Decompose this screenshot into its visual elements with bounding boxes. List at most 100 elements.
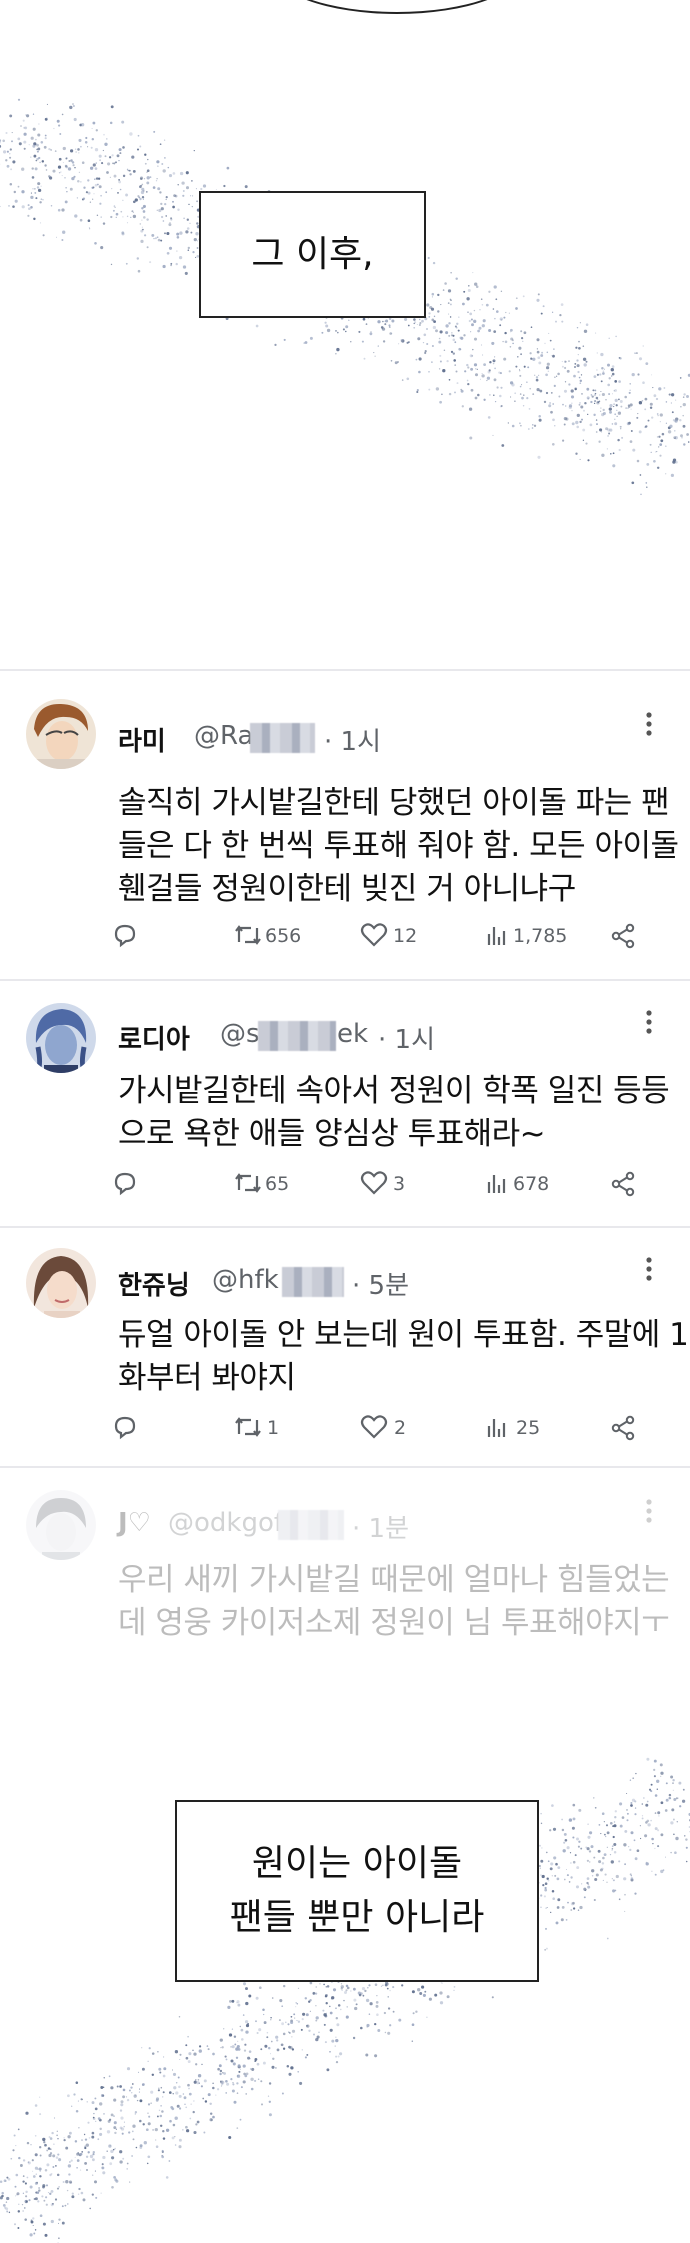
sparkle-dot — [639, 474, 642, 476]
sparkle-dot — [23, 140, 27, 144]
sparkle-dot — [482, 319, 486, 323]
sparkle-dot — [9, 114, 13, 118]
sparkle-dot — [624, 1910, 626, 1912]
sparkle-dot — [72, 103, 74, 105]
views-icon[interactable] — [486, 924, 508, 946]
sparkle-dot — [594, 389, 597, 392]
sparkle-dot — [377, 345, 379, 347]
sparkle-dot — [81, 2139, 83, 2142]
more-icon[interactable] — [645, 1009, 653, 1035]
views-icon[interactable] — [486, 1172, 508, 1194]
sparkle-dot — [197, 2074, 202, 2078]
sparkle-dot — [627, 405, 631, 408]
sparkle-dot — [445, 324, 449, 328]
sparkle-dot — [670, 1851, 672, 1854]
sparkle-dot — [103, 2113, 105, 2115]
sparkle-dot — [519, 385, 522, 388]
sparkle-dot — [477, 329, 480, 333]
sparkle-dot — [175, 2091, 179, 2095]
avatar[interactable] — [26, 1248, 96, 1318]
like-icon[interactable] — [360, 1415, 388, 1439]
sparkle-dot — [15, 2173, 19, 2177]
sparkle-dot — [315, 2016, 319, 2020]
display-name[interactable]: J♡ — [118, 1508, 151, 1538]
sparkle-dot — [431, 344, 434, 348]
sparkle-dot — [2, 150, 7, 154]
sparkle-dot — [432, 325, 437, 330]
sparkle-dot — [306, 2053, 309, 2056]
retweet-icon[interactable] — [233, 1171, 263, 1195]
sparkle-dot — [291, 2036, 293, 2038]
sparkle-dot — [150, 2102, 152, 2104]
like-icon[interactable] — [360, 1171, 388, 1195]
more-icon[interactable] — [645, 711, 653, 737]
share-icon[interactable] — [610, 923, 636, 949]
sparkle-dot — [34, 2153, 38, 2157]
sparkle-dot — [593, 1797, 595, 1799]
user-handle-suffix[interactable]: ek — [337, 1019, 368, 1049]
sparkle-dot — [305, 2013, 309, 2017]
sparkle-dot — [162, 2091, 165, 2094]
tweet-card[interactable]: 라미 @Ra · 1시 솔직히 가시밭길한테 당했던 아이돌 파는 팬 들은 다… — [0, 671, 690, 979]
sparkle-dot — [614, 1816, 617, 1819]
display-name[interactable]: 한쥬닝 — [118, 1265, 190, 1302]
sparkle-dot — [132, 2138, 135, 2141]
sparkle-dot — [636, 459, 640, 463]
sparkle-dot — [48, 175, 51, 178]
sparkle-dot — [660, 1775, 662, 1777]
sparkle-dot — [585, 1846, 588, 1849]
more-icon[interactable] — [645, 1256, 653, 1282]
more-icon[interactable] — [645, 1498, 653, 1524]
sparkle-dot — [137, 134, 140, 137]
display-name[interactable]: 로디아 — [118, 1019, 190, 1056]
sparkle-dot — [151, 233, 155, 237]
sparkle-dot — [564, 1838, 568, 1842]
sparkle-dot — [97, 2117, 101, 2120]
share-icon[interactable] — [610, 1171, 636, 1197]
sparkle-dot — [209, 2118, 213, 2122]
tweet-card[interactable]: 한쥬닝 @hfk · 5분 듀얼 아이돌 안 보는데 원이 투표함. 주말에 1… — [0, 1228, 690, 1466]
sparkle-dot — [75, 2081, 79, 2084]
sparkle-dot — [670, 1821, 674, 1825]
sparkle-dot — [33, 154, 37, 158]
sparkle-dot — [376, 2013, 379, 2016]
sparkle-dot — [69, 105, 73, 110]
sparkle-dot — [665, 473, 667, 475]
sparkle-dot — [448, 378, 451, 381]
reply-icon[interactable] — [112, 922, 138, 948]
sparkle-dot — [545, 391, 549, 395]
sparkle-dot — [81, 2151, 84, 2153]
sparkle-dot — [139, 2119, 142, 2123]
tweet-card-faded[interactable]: J♡ @odkgof · 1분 우리 새끼 가시밭길 때문에 얼마나 힘들었는 … — [0, 1468, 690, 1668]
display-name[interactable]: 라미 — [118, 721, 166, 758]
sparkle-dot — [30, 195, 34, 200]
sparkle-dot — [42, 2184, 46, 2188]
sparkle-dot — [401, 379, 404, 381]
share-icon[interactable] — [610, 1415, 636, 1441]
reply-icon[interactable] — [112, 1170, 138, 1196]
sparkle-dot — [24, 2218, 27, 2221]
sparkle-dot — [353, 1998, 357, 2002]
like-icon[interactable] — [360, 923, 388, 947]
sparkle-dot — [628, 1846, 630, 1848]
sparkle-dot — [660, 1771, 664, 1775]
sparkle-dot — [387, 1996, 389, 1998]
sparkle-dot — [315, 2005, 317, 2007]
views-icon[interactable] — [486, 1416, 508, 1438]
user-handle[interactable]: @odkgof — [168, 1508, 283, 1538]
avatar[interactable] — [26, 1490, 96, 1560]
retweet-icon[interactable] — [233, 923, 263, 947]
retweet-icon[interactable] — [233, 1415, 263, 1439]
sparkle-dot — [62, 162, 64, 164]
sparkle-dot — [382, 320, 384, 323]
avatar[interactable] — [26, 1003, 96, 1073]
sparkle-dot — [612, 1835, 615, 1839]
user-handle[interactable]: @hfk — [212, 1265, 279, 1295]
sparkle-dot — [200, 187, 203, 191]
user-handle[interactable]: @Ra — [194, 721, 253, 751]
sparkle-dot — [413, 322, 415, 325]
sparkle-dot — [123, 2121, 125, 2123]
avatar[interactable] — [26, 699, 96, 769]
tweet-card[interactable]: 로디아 @sf ek · 1시 가시밭길한테 속아서 정원이 학폭 일진 등등 … — [0, 981, 690, 1226]
reply-icon[interactable] — [112, 1414, 138, 1440]
